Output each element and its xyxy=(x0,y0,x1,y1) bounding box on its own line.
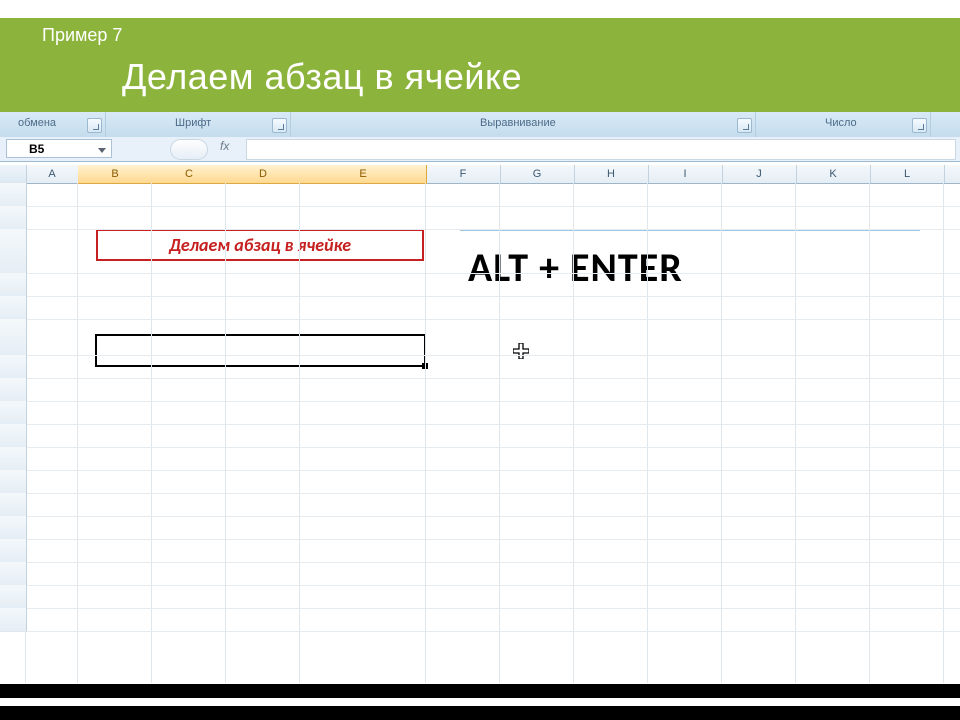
plus-cursor-icon xyxy=(513,343,529,359)
row-header[interactable] xyxy=(0,355,27,379)
ribbon-group-label: Выравнивание xyxy=(480,112,556,135)
column-header-J[interactable]: J xyxy=(722,165,797,183)
ribbon-group-label: Шрифт xyxy=(175,112,211,135)
footer-bar-1 xyxy=(0,684,960,698)
row-header[interactable] xyxy=(0,206,27,230)
title-banner: Пример 7 Делаем абзац в ячейке xyxy=(0,18,960,112)
ribbon-group-label: Число xyxy=(825,112,857,135)
row-header[interactable] xyxy=(0,378,27,402)
column-header-E[interactable]: E xyxy=(300,165,427,184)
fx-icon[interactable]: fx xyxy=(220,139,229,153)
row-header[interactable] xyxy=(0,229,27,274)
row-header[interactable] xyxy=(0,273,27,297)
example-number: Пример 7 xyxy=(42,25,122,46)
row-header[interactable] xyxy=(0,562,27,586)
ribbon-group-обмена: обмена xyxy=(0,112,106,137)
row-header[interactable] xyxy=(0,296,27,320)
row-header[interactable] xyxy=(0,608,27,632)
ribbon-group-label: обмена xyxy=(18,112,56,135)
row-header[interactable] xyxy=(0,470,27,494)
column-header-I[interactable]: I xyxy=(648,165,723,183)
formula-input[interactable] xyxy=(246,139,956,160)
dialog-launcher-icon[interactable] xyxy=(737,118,752,133)
name-box[interactable]: B5 xyxy=(6,139,112,158)
cell-b2-merged[interactable]: Делаем абзац в ячейке xyxy=(96,229,424,261)
dialog-launcher-icon[interactable] xyxy=(912,118,927,133)
row-header[interactable] xyxy=(0,447,27,471)
spreadsheet-grid[interactable]: Делаем абзац в ячейке ALT + ENTER xyxy=(0,183,960,683)
column-header-A[interactable]: A xyxy=(26,165,79,183)
row-header[interactable] xyxy=(0,424,27,448)
ribbon-group-Шрифт: Шрифт xyxy=(105,112,291,137)
ribbon-group-Выравнивание: Выравнивание xyxy=(290,112,756,137)
dialog-launcher-icon[interactable] xyxy=(87,118,102,133)
footer-bar-2 xyxy=(0,706,960,720)
row-header[interactable] xyxy=(0,516,27,540)
dialog-launcher-icon[interactable] xyxy=(272,118,287,133)
formula-bar-cancel-icon[interactable] xyxy=(170,139,208,160)
row-header[interactable] xyxy=(0,401,27,425)
row-header[interactable] xyxy=(0,493,27,517)
column-header-B[interactable]: B xyxy=(78,165,153,184)
ribbon-group-Число: Число xyxy=(755,112,931,137)
column-header-D[interactable]: D xyxy=(226,165,301,184)
big-hint-text: ALT + ENTER xyxy=(468,243,683,292)
column-header-F[interactable]: F xyxy=(426,165,501,183)
column-header-K[interactable]: K xyxy=(796,165,871,183)
row-header[interactable] xyxy=(0,319,27,356)
active-cell-selection[interactable] xyxy=(95,334,426,367)
slide-title: Делаем абзац в ячейке xyxy=(122,56,522,98)
formula-bar: B5 fx xyxy=(0,137,960,162)
column-headers: ABCDEFGHIJKL xyxy=(0,165,960,184)
column-header-L[interactable]: L xyxy=(870,165,945,183)
select-all-corner[interactable] xyxy=(0,165,27,184)
column-header-G[interactable]: G xyxy=(500,165,575,183)
column-header-C[interactable]: C xyxy=(152,165,227,184)
row-header[interactable] xyxy=(0,539,27,563)
row-header[interactable] xyxy=(0,183,27,207)
column-header-H[interactable]: H xyxy=(574,165,649,183)
row-header[interactable] xyxy=(0,585,27,609)
ribbon-groups: обмена Шрифт Выравнивание Число xyxy=(0,112,960,137)
